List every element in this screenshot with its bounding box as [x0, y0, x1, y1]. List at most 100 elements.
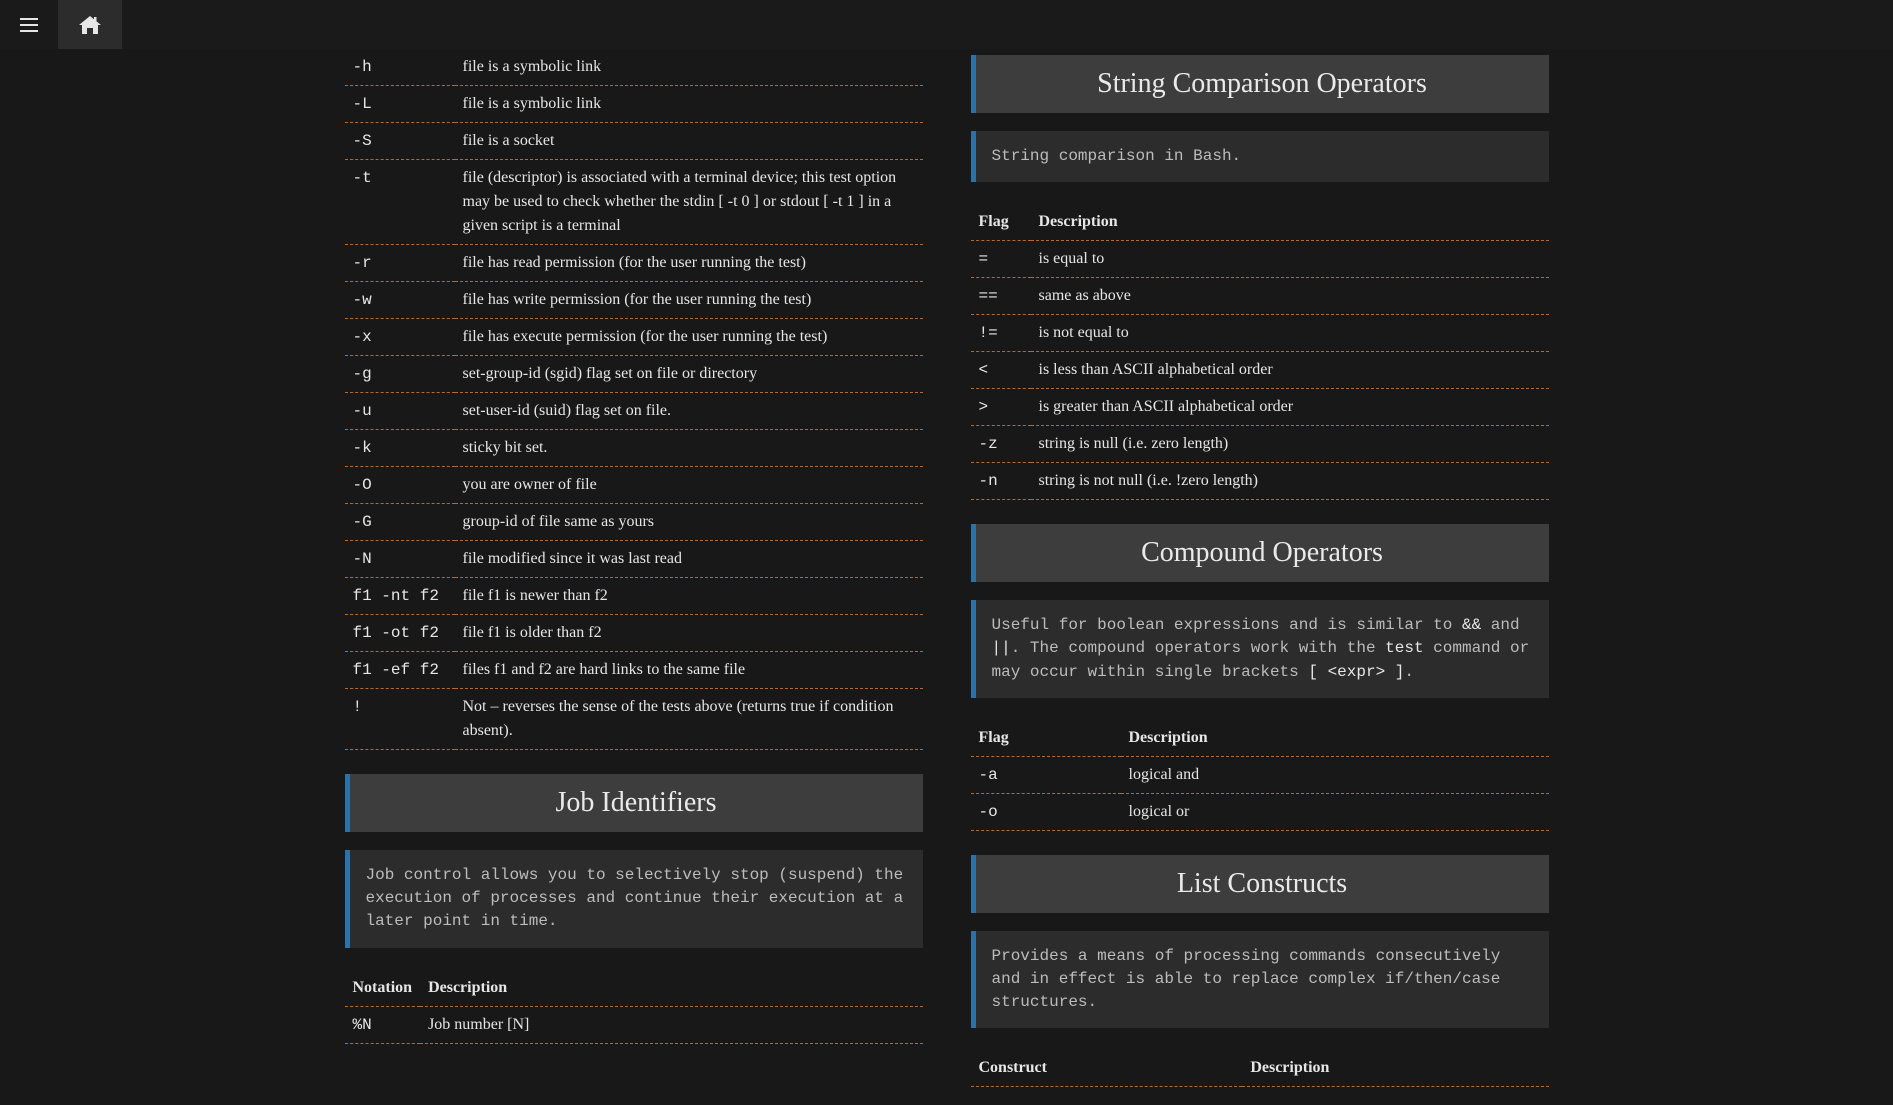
table-row: -Ggroup-id of file same as yours — [345, 504, 923, 541]
home-button[interactable] — [58, 0, 122, 49]
right-column: String Comparison Operators String compa… — [971, 49, 1549, 1105]
col-flag: Flag — [971, 720, 1121, 757]
text: and — [1481, 616, 1519, 634]
col-description: Description — [1121, 720, 1549, 757]
table-row: -Nfile modified since it was last read — [345, 541, 923, 578]
desc-cell: file f1 is newer than f2 — [455, 578, 923, 615]
flag-cell: -n — [971, 463, 1031, 500]
table-row: !=is not equal to — [971, 315, 1549, 352]
job-identifiers-heading: Job Identifiers — [345, 774, 923, 832]
text: . The compound operators work with the — [1011, 639, 1385, 657]
flag-cell: -r — [345, 245, 455, 282]
table-row: -rfile has read permission (for the user… — [345, 245, 923, 282]
compound-operators-blurb: Useful for boolean expressions and is si… — [971, 600, 1549, 698]
menu-button[interactable] — [0, 0, 58, 49]
desc-cell: file modified since it was last read — [455, 541, 923, 578]
desc-cell: is greater than ASCII alphabetical order — [1031, 389, 1549, 426]
flag-cell: > — [971, 389, 1031, 426]
table-row: >is greater than ASCII alphabetical orde… — [971, 389, 1549, 426]
home-icon — [79, 16, 101, 34]
job-identifiers-table: Notation Description %NJob number [N] — [345, 970, 923, 1044]
flag-cell: -x — [345, 319, 455, 356]
table-row: -Sfile is a socket — [345, 123, 923, 160]
desc-cell: set-group-id (sgid) flag set on file or … — [455, 356, 923, 393]
desc-cell: file is a symbolic link — [455, 86, 923, 123]
keyword: || — [992, 639, 1011, 657]
desc-cell: is equal to — [1031, 241, 1549, 278]
table-row: -xfile has execute permission (for the u… — [345, 319, 923, 356]
flag-cell: -G — [345, 504, 455, 541]
job-identifiers-blurb: Job control allows you to selectively st… — [345, 850, 923, 948]
content: -hfile is a symbolic link-Lfile is a sym… — [325, 0, 1569, 1105]
desc-cell: logical and — [1121, 756, 1549, 793]
table-row: -Lfile is a symbolic link — [345, 86, 923, 123]
flag-cell: f1 -ef f2 — [345, 652, 455, 689]
flag-cell: -N — [345, 541, 455, 578]
desc-cell: logical or — [1121, 793, 1549, 830]
flag-cell: -k — [345, 430, 455, 467]
desc-cell: string is null (i.e. zero length) — [1031, 426, 1549, 463]
table-row: -ksticky bit set. — [345, 430, 923, 467]
list-constructs-table: Construct Description — [971, 1050, 1549, 1087]
flag-cell: -h — [345, 49, 455, 86]
col-description: Description — [420, 970, 922, 1007]
table-row: %NJob number [N] — [345, 1006, 923, 1043]
table-row: -hfile is a symbolic link — [345, 49, 923, 86]
flag-cell: -a — [971, 756, 1121, 793]
flag-cell: %N — [345, 1006, 421, 1043]
keyword: test — [1385, 639, 1423, 657]
flag-cell: != — [971, 315, 1031, 352]
desc-cell: is less than ASCII alphabetical order — [1031, 352, 1549, 389]
flag-cell: < — [971, 352, 1031, 389]
table-row: -zstring is null (i.e. zero length) — [971, 426, 1549, 463]
flag-cell: f1 -ot f2 — [345, 615, 455, 652]
table-row: -gset-group-id (sgid) flag set on file o… — [345, 356, 923, 393]
table-row: -Oyou are owner of file — [345, 467, 923, 504]
desc-cell: file has read permission (for the user r… — [455, 245, 923, 282]
hamburger-icon — [20, 18, 38, 32]
flag-cell: -u — [345, 393, 455, 430]
table-row: -alogical and — [971, 756, 1549, 793]
desc-cell: Not – reverses the sense of the tests ab… — [455, 689, 923, 750]
flag-cell: == — [971, 278, 1031, 315]
table-row: <is less than ASCII alphabetical order — [971, 352, 1549, 389]
flag-cell: ! — [345, 689, 455, 750]
string-comparison-blurb: String comparison in Bash. — [971, 131, 1549, 182]
table-row: f1 -ot f2file f1 is older than f2 — [345, 615, 923, 652]
list-constructs-heading: List Constructs — [971, 855, 1549, 913]
table-row: f1 -ef f2files f1 and f2 are hard links … — [345, 652, 923, 689]
desc-cell: files f1 and f2 are hard links to the sa… — [455, 652, 923, 689]
col-notation: Notation — [345, 970, 421, 1007]
flag-cell: -g — [345, 356, 455, 393]
desc-cell: file (descriptor) is associated with a t… — [455, 160, 923, 245]
desc-cell: file f1 is older than f2 — [455, 615, 923, 652]
flag-cell: -w — [345, 282, 455, 319]
desc-cell: Job number [N] — [420, 1006, 922, 1043]
text: Useful for boolean expressions and is si… — [992, 616, 1462, 634]
flag-cell: -t — [345, 160, 455, 245]
text: . — [1404, 663, 1414, 681]
col-description: Description — [1031, 204, 1549, 241]
desc-cell: file has write permission (for the user … — [455, 282, 923, 319]
table-row: -tfile (descriptor) is associated with a… — [345, 160, 923, 245]
list-constructs-blurb: Provides a means of processing commands … — [971, 931, 1549, 1029]
desc-cell: sticky bit set. — [455, 430, 923, 467]
flag-cell: -L — [345, 86, 455, 123]
table-row: -uset-user-id (suid) flag set on file. — [345, 393, 923, 430]
desc-cell: file is a symbolic link — [455, 49, 923, 86]
desc-cell: same as above — [1031, 278, 1549, 315]
desc-cell: string is not null (i.e. !zero length) — [1031, 463, 1549, 500]
col-construct: Construct — [971, 1050, 1243, 1087]
table-row: -nstring is not null (i.e. !zero length) — [971, 463, 1549, 500]
topbar — [0, 0, 1893, 49]
col-description: Description — [1242, 1050, 1548, 1087]
flag-cell: -z — [971, 426, 1031, 463]
file-tests-table: -hfile is a symbolic link-Lfile is a sym… — [345, 49, 923, 750]
flag-cell: = — [971, 241, 1031, 278]
flag-cell: -o — [971, 793, 1121, 830]
table-row: -ological or — [971, 793, 1549, 830]
compound-operators-heading: Compound Operators — [971, 524, 1549, 582]
desc-cell: file has execute permission (for the use… — [455, 319, 923, 356]
flag-cell: -S — [345, 123, 455, 160]
table-row: ==same as above — [971, 278, 1549, 315]
